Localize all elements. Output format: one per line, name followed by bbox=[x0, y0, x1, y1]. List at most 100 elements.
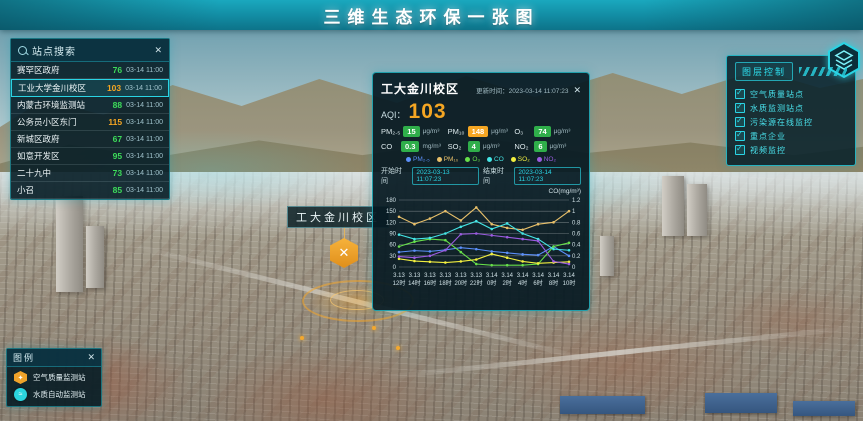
scene-poi-dot bbox=[300, 336, 304, 340]
station-aqi-value: 115 bbox=[108, 117, 122, 127]
station-row[interactable]: 新城区政府 67 03-14 11:00 bbox=[11, 131, 169, 148]
layer-item[interactable]: 重点企业 bbox=[735, 129, 847, 143]
layer-item[interactable]: 视频监控 bbox=[735, 143, 847, 157]
svg-text:3.14: 3.14 bbox=[486, 273, 498, 279]
legend-series-name: NO₂ bbox=[544, 156, 556, 163]
svg-text:3.13: 3.13 bbox=[440, 273, 452, 279]
layer-checkbox[interactable] bbox=[735, 103, 745, 113]
scene-warehouse bbox=[705, 393, 777, 413]
layer-label: 空气质量站点 bbox=[750, 89, 804, 100]
station-name: 内蒙古环境监测站 bbox=[17, 99, 109, 111]
legend-item[interactable]: ≈ 水质自动监测站 bbox=[7, 384, 101, 401]
station-list-panel: 站点搜索 ✕ 赛罕区政府 76 03-14 11:00 工业大学金川校区 103… bbox=[10, 38, 170, 200]
pollutant-grid: PM₂.₅ 15 μg/m³ PM₁₀ 148 μg/m³ O₃ 74 μg/m… bbox=[381, 126, 581, 152]
map-legend-panel: 图例 ✕ ✦ 空气质量监测站 ≈ 水质自动监测站 bbox=[6, 348, 102, 407]
station-aqi-value: 103 bbox=[107, 83, 121, 93]
legend-dot-icon bbox=[487, 157, 492, 162]
chart-legend-item[interactable]: CO bbox=[487, 156, 504, 163]
svg-text:10时: 10时 bbox=[563, 279, 576, 287]
svg-text:3.13: 3.13 bbox=[424, 273, 436, 279]
station-detail-popup: 工大金川校区 更新时间：2023-03-14 11:07:23 ✕ AQI： 1… bbox=[372, 72, 590, 311]
legend-dot-icon bbox=[465, 157, 470, 162]
station-row[interactable]: 小召 85 03-14 11:00 bbox=[11, 182, 169, 199]
station-row[interactable]: 如意开发区 95 03-14 11:00 bbox=[11, 148, 169, 165]
svg-text:180: 180 bbox=[386, 198, 397, 204]
station-name: 二十九中 bbox=[17, 167, 109, 179]
station-row[interactable]: 工业大学金川校区 103 03-14 11:00 bbox=[11, 79, 169, 97]
layers-icon[interactable] bbox=[827, 42, 861, 83]
station-row[interactable]: 二十九中 73 03-14 11:00 bbox=[11, 165, 169, 182]
chart-legend: PM₂.₅ PM₁₀ O₃ CO SO₂ NO₂ bbox=[381, 156, 581, 163]
chart-legend-item[interactable]: PM₂.₅ bbox=[406, 156, 430, 163]
legend-marker-icon: ✦ bbox=[14, 371, 27, 384]
svg-text:0: 0 bbox=[393, 265, 397, 271]
svg-text:14时: 14时 bbox=[408, 279, 421, 287]
map-3d-scene[interactable]: 工大金川校区 ✕ 三维生态环保一张图 站点搜索 ✕ 赛罕区政府 76 03-14… bbox=[0, 0, 863, 421]
legend-dot-icon bbox=[537, 157, 542, 162]
layer-label: 水质监测站点 bbox=[750, 103, 804, 114]
svg-text:3.13: 3.13 bbox=[470, 273, 482, 279]
station-row[interactable]: 内蒙古环境监测站 88 03-14 11:00 bbox=[11, 97, 169, 114]
pollutant-trend-chart[interactable]: 00300.2600.4900.61200.815011801.23.1312时… bbox=[381, 195, 583, 299]
pollutant-cell: CO 0.3 mg/m³ bbox=[381, 141, 448, 152]
station-update-time: 03-14 11:00 bbox=[126, 187, 163, 194]
svg-text:4时: 4时 bbox=[518, 279, 527, 287]
svg-text:8时: 8时 bbox=[549, 279, 558, 287]
chart-legend-item[interactable]: PM₁₀ bbox=[437, 156, 459, 163]
pollutant-cell: PM₂.₅ 15 μg/m³ bbox=[381, 126, 448, 137]
scene-marker-pole bbox=[344, 226, 345, 240]
station-update-time: 03-14 11:00 bbox=[126, 67, 163, 74]
station-update-time: 03-14 11:00 bbox=[126, 136, 163, 143]
station-name: 新城区政府 bbox=[17, 133, 109, 145]
legend-series-name: CO bbox=[494, 156, 504, 163]
legend-dot-icon bbox=[437, 157, 442, 162]
layer-checkbox[interactable] bbox=[735, 131, 745, 141]
station-row[interactable]: 公务员小区东门 115 03-14 11:00 bbox=[11, 114, 169, 131]
layer-checkbox[interactable] bbox=[735, 145, 745, 155]
scene-warehouse bbox=[793, 401, 855, 416]
pollutant-value-badge: 4 bbox=[468, 141, 480, 152]
legend-series-name: O₃ bbox=[472, 156, 480, 163]
close-icon[interactable]: ✕ bbox=[154, 46, 162, 55]
scene-tower bbox=[600, 236, 614, 276]
layer-checkbox[interactable] bbox=[735, 89, 745, 99]
chart-legend-item[interactable]: SO₂ bbox=[511, 156, 530, 163]
pollutant-unit: μg/m³ bbox=[554, 128, 571, 135]
scene-tower bbox=[56, 196, 83, 292]
scene-tower bbox=[86, 226, 104, 288]
layer-item[interactable]: 水质监测站点 bbox=[735, 101, 847, 115]
pollutant-label: NO₂ bbox=[514, 142, 531, 151]
end-time-input[interactable]: 2023-03-14 11:07:23 bbox=[514, 167, 581, 185]
close-icon[interactable]: ✕ bbox=[87, 353, 95, 362]
legend-item[interactable]: ✦ 空气质量监测站 bbox=[7, 367, 101, 384]
station-name: 赛罕区政府 bbox=[17, 64, 109, 76]
layer-checkbox[interactable] bbox=[735, 117, 745, 127]
station-aqi-value: 73 bbox=[113, 168, 122, 178]
layer-item[interactable]: 空气质量站点 bbox=[735, 87, 847, 101]
station-row[interactable]: 赛罕区政府 76 03-14 11:00 bbox=[11, 62, 169, 79]
svg-text:0时: 0时 bbox=[487, 279, 496, 287]
legend-dot-icon bbox=[511, 157, 516, 162]
start-time-input[interactable]: 2023-03-13 11:07:23 bbox=[412, 167, 479, 185]
scene-poi-dot bbox=[396, 346, 400, 350]
svg-text:20时: 20时 bbox=[454, 279, 467, 287]
legend-panel-title: 图例 bbox=[13, 351, 87, 364]
svg-text:1: 1 bbox=[572, 209, 576, 215]
pollutant-value-badge: 148 bbox=[468, 126, 489, 137]
station-name: 小召 bbox=[17, 184, 109, 196]
start-time-label: 开始时间 bbox=[381, 166, 408, 186]
station-list: 赛罕区政府 76 03-14 11:00 工业大学金川校区 103 03-14 … bbox=[11, 62, 169, 199]
station-name: 如意开发区 bbox=[17, 150, 109, 162]
svg-text:150: 150 bbox=[386, 209, 397, 215]
layer-item[interactable]: 污染源在线监控 bbox=[735, 115, 847, 129]
svg-text:3.13: 3.13 bbox=[409, 273, 421, 279]
close-icon[interactable]: ✕ bbox=[573, 86, 581, 95]
pollutant-label: PM₂.₅ bbox=[381, 127, 400, 136]
scene-tower bbox=[687, 184, 707, 236]
legend-list: ✦ 空气质量监测站 ≈ 水质自动监测站 bbox=[7, 367, 101, 401]
svg-text:3.14: 3.14 bbox=[548, 273, 560, 279]
chart-legend-item[interactable]: O₃ bbox=[465, 156, 480, 163]
svg-text:30: 30 bbox=[389, 254, 396, 260]
pollutant-label: CO bbox=[381, 142, 398, 151]
chart-legend-item[interactable]: NO₂ bbox=[537, 156, 556, 163]
